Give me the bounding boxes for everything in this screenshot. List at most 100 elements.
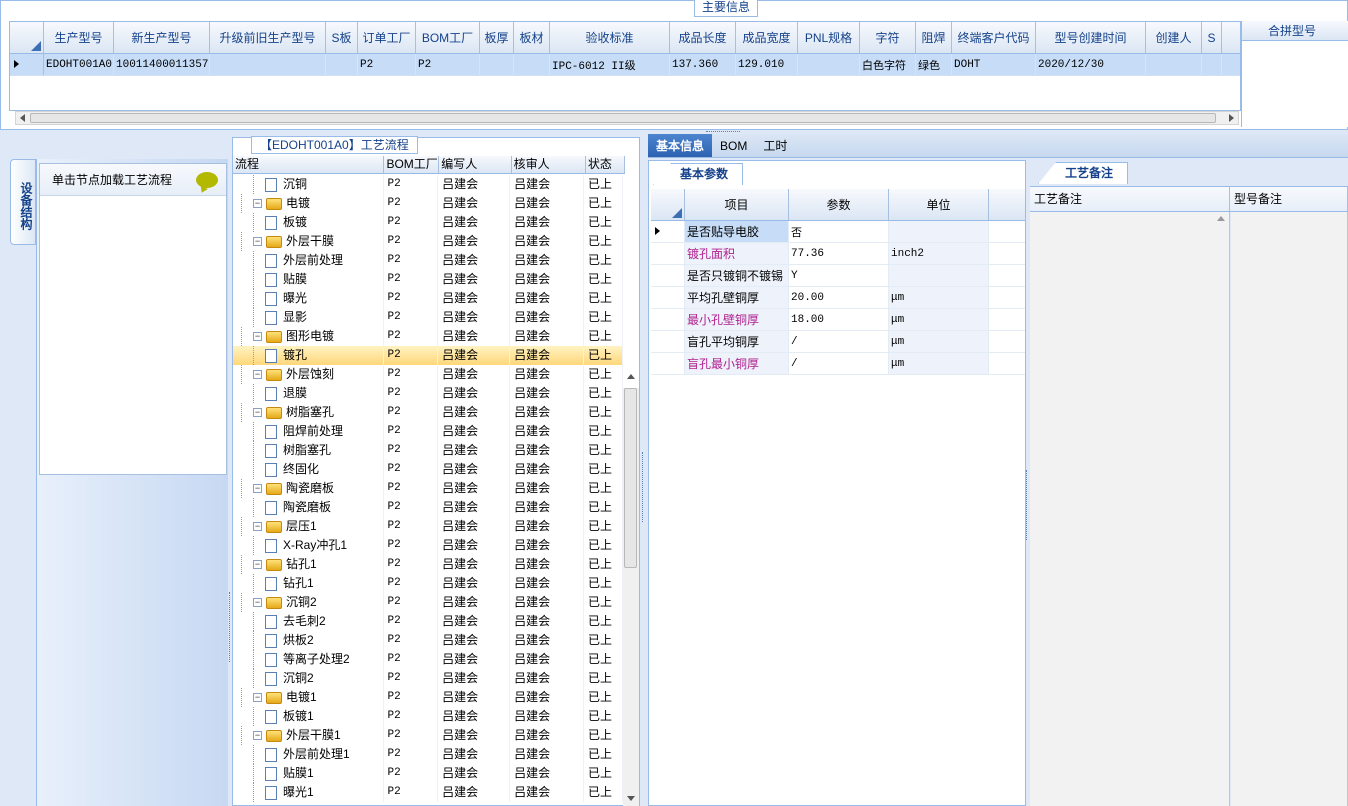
flow-node[interactable]: − 外层干膜 [233, 232, 384, 251]
param-value[interactable]: 20.00 [789, 287, 889, 308]
flow-row[interactable]: − 钻孔1 P2 吕建会 吕建会 已上 [233, 555, 623, 574]
collapse-icon[interactable]: − [253, 598, 262, 607]
column-header[interactable]: 订单工厂 [358, 22, 416, 53]
flow-node[interactable]: 板镀 [233, 213, 384, 232]
params-column-header[interactable]: 单位 [889, 189, 989, 220]
flow-row[interactable]: 阻焊前处理 P2 吕建会 吕建会 已上 [233, 422, 623, 441]
collapse-icon[interactable]: − [253, 693, 262, 702]
collapse-icon[interactable]: − [253, 332, 262, 341]
grid-cell[interactable]: 129.010 [736, 54, 798, 75]
params-column-header[interactable]: 项目 [685, 189, 789, 220]
column-header[interactable]: 新生产型号 [114, 22, 210, 53]
grid-cell[interactable] [480, 54, 514, 75]
flow-row[interactable]: − 电镀1 P2 吕建会 吕建会 已上 [233, 688, 623, 707]
column-header[interactable]: 板厚 [480, 22, 514, 53]
column-header[interactable]: 成品宽度 [736, 22, 798, 53]
grid-cell[interactable]: 10011400011357 [114, 54, 210, 75]
column-header[interactable]: 阻焊 [916, 22, 952, 53]
flow-row[interactable]: 沉铜 P2 吕建会 吕建会 已上 [233, 175, 623, 194]
params-row[interactable]: 是否贴导电胶否 [651, 221, 1025, 243]
column-header[interactable]: BOM工厂 [416, 22, 480, 53]
flow-node[interactable]: 板镀1 [233, 707, 384, 726]
grid-cell[interactable] [1146, 54, 1202, 75]
flow-row[interactable]: 退膜 P2 吕建会 吕建会 已上 [233, 384, 623, 403]
collapse-icon[interactable]: − [253, 237, 262, 246]
params-row[interactable]: 盲孔平均铜厚 / μm [651, 331, 1025, 353]
flow-row[interactable]: 沉铜2 P2 吕建会 吕建会 已上 [233, 669, 623, 688]
flow-node[interactable]: 外层前处理1 [233, 745, 384, 764]
flow-node[interactable]: 外层前处理 [233, 251, 384, 270]
flow-row[interactable]: 曝光 P2 吕建会 吕建会 已上 [233, 289, 623, 308]
flow-row[interactable]: 外层前处理1 P2 吕建会 吕建会 已上 [233, 745, 623, 764]
flow-row[interactable]: 显影 P2 吕建会 吕建会 已上 [233, 308, 623, 327]
flow-node[interactable]: 曝光 [233, 289, 384, 308]
flow-node[interactable]: 贴膜1 [233, 764, 384, 783]
flow-column-header[interactable]: 编写人 [439, 156, 512, 173]
flow-row[interactable]: 贴膜 P2 吕建会 吕建会 已上 [233, 270, 623, 289]
middle-splitter[interactable] [640, 137, 648, 806]
params-row[interactable]: 是否只镀铜不镀锡 Y [651, 265, 1025, 287]
grid-cell[interactable]: P2 [416, 54, 480, 75]
flow-row[interactable]: − 外层蚀刻 P2 吕建会 吕建会 已上 [233, 365, 623, 384]
flow-node[interactable]: 终固化 [233, 460, 384, 479]
flow-row[interactable]: − 图形电镀 P2 吕建会 吕建会 已上 [233, 327, 623, 346]
flow-node[interactable]: − 钻孔1 [233, 555, 384, 574]
flow-node[interactable]: 树脂塞孔 [233, 441, 384, 460]
grid-cell[interactable]: DOHT [952, 54, 1036, 75]
params-row[interactable]: 镀孔面积 77.36 inch2 [651, 243, 1025, 265]
equipment-structure-tab[interactable]: 设备结构 [10, 159, 36, 245]
flow-column-header[interactable]: 状态 [586, 156, 625, 173]
param-value[interactable]: / [789, 353, 889, 374]
param-value[interactable]: / [789, 331, 889, 352]
process-remarks-field[interactable] [1030, 212, 1230, 806]
flow-row[interactable]: − 层压1 P2 吕建会 吕建会 已上 [233, 517, 623, 536]
main-grid-hscroll[interactable] [15, 111, 1239, 125]
flow-node[interactable]: 沉铜 [233, 175, 384, 194]
tab-bom[interactable]: BOM [712, 134, 755, 157]
tab-work-hours[interactable]: 工时 [755, 134, 795, 157]
flow-row[interactable]: 终固化 P2 吕建会 吕建会 已上 [233, 460, 623, 479]
grid-cell[interactable] [514, 54, 550, 75]
grid-cell[interactable]: 137.360 [670, 54, 736, 75]
flow-node[interactable]: 阻焊前处理 [233, 422, 384, 441]
grid-cell[interactable]: 2020/12/30 [1036, 54, 1146, 75]
flow-node[interactable]: − 图形电镀 [233, 327, 384, 346]
column-header[interactable]: 生产型号 [44, 22, 114, 53]
param-value[interactable]: 18.00 [789, 309, 889, 330]
column-header[interactable]: 成品长度 [670, 22, 736, 53]
flow-node[interactable]: 显影 [233, 308, 384, 327]
flow-row[interactable]: 板镀1 P2 吕建会 吕建会 已上 [233, 707, 623, 726]
flow-node[interactable]: − 外层蚀刻 [233, 365, 384, 384]
flow-row[interactable]: 树脂塞孔 P2 吕建会 吕建会 已上 [233, 441, 623, 460]
flow-row[interactable]: − 电镀 P2 吕建会 吕建会 已上 [233, 194, 623, 213]
param-value[interactable]: 77.36 [789, 243, 889, 264]
flow-node[interactable]: 钻孔1 [233, 574, 384, 593]
column-header[interactable]: 终端客户代码 [952, 22, 1036, 53]
collapse-icon[interactable]: − [253, 199, 262, 208]
collapse-icon[interactable]: − [253, 484, 262, 493]
flow-node[interactable]: 烘板2 [233, 631, 384, 650]
flow-column-header[interactable]: 核审人 [512, 156, 586, 173]
column-header[interactable]: 型号创建时间 [1036, 22, 1146, 53]
grid-cell[interactable] [210, 54, 326, 75]
flow-node[interactable]: − 电镀 [233, 194, 384, 213]
flow-row[interactable]: 板镀 P2 吕建会 吕建会 已上 [233, 213, 623, 232]
flow-node[interactable]: 镀孔 [233, 346, 384, 365]
grid-cell[interactable]: IPC-6012 II级 [550, 54, 670, 75]
flow-row[interactable]: 镀孔 P2 吕建会 吕建会 已上 [233, 346, 623, 365]
flow-vscroll[interactable] [623, 374, 639, 806]
grid-cell[interactable] [798, 54, 860, 75]
collapse-icon[interactable]: − [253, 408, 262, 417]
grid-cell[interactable]: P2 [358, 54, 416, 75]
flow-node[interactable]: − 陶瓷磨板 [233, 479, 384, 498]
grid-corner[interactable] [10, 22, 44, 53]
flow-node[interactable]: − 外层干膜1 [233, 726, 384, 745]
flow-node[interactable]: − 树脂塞孔 [233, 403, 384, 422]
flow-node[interactable]: 陶瓷磨板 [233, 498, 384, 517]
flow-node[interactable]: X-Ray冲孔1 [233, 536, 384, 555]
flow-column-header[interactable]: 流程 [233, 156, 385, 173]
flow-node[interactable]: 去毛刺2 [233, 612, 384, 631]
grid-cell[interactable]: 白色字符 [860, 54, 916, 75]
flow-row[interactable]: 曝光1 P2 吕建会 吕建会 已上 [233, 783, 623, 802]
flow-node[interactable]: 贴膜 [233, 270, 384, 289]
